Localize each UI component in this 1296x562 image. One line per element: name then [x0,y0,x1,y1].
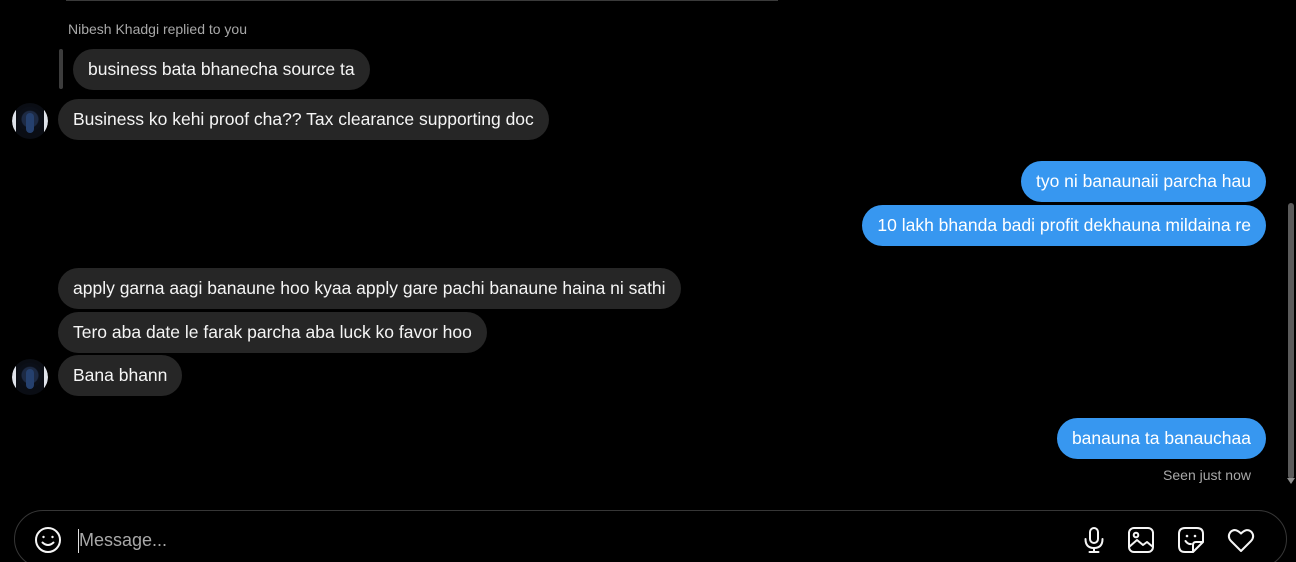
avatar[interactable] [12,359,48,395]
scroll-down-arrow-icon[interactable] [1287,478,1295,484]
image-icon[interactable] [1126,525,1156,555]
message-bubble-incoming[interactable]: Tero aba date le farak parcha aba luck k… [58,312,487,353]
message-input[interactable] [79,526,1059,554]
message-bubble-quoted[interactable]: business bata bhanecha source ta [73,49,370,90]
message-bubble-outgoing[interactable]: banauna ta banauchaa [1056,418,1266,459]
microphone-icon[interactable] [1079,525,1109,555]
message-bubble-incoming[interactable]: Business ko kehi proof cha?? Tax clearan… [58,99,549,140]
seen-status: Seen just now [1163,467,1251,483]
scrollbar[interactable] [1286,0,1296,490]
message-bubble-outgoing[interactable]: 10 lakh bhanda badi profit dekhauna mild… [862,205,1266,246]
message-composer [14,510,1287,562]
message-bubble-incoming[interactable]: Bana bhann [58,355,183,396]
emoji-icon[interactable] [33,525,63,555]
heart-icon[interactable] [1226,525,1256,555]
sticker-icon[interactable] [1176,525,1206,555]
avatar[interactable] [12,103,48,139]
message-bubble-incoming[interactable]: apply garna aagi banaune hoo kyaa apply … [58,268,681,309]
message-bubble-outgoing[interactable]: tyo ni banaunaii parcha hau [1020,161,1266,202]
quote-bar [59,49,63,89]
reply-label: Nibesh Khadgi replied to you [68,21,248,37]
divider [66,0,778,1]
scrollbar-thumb[interactable] [1288,203,1294,479]
